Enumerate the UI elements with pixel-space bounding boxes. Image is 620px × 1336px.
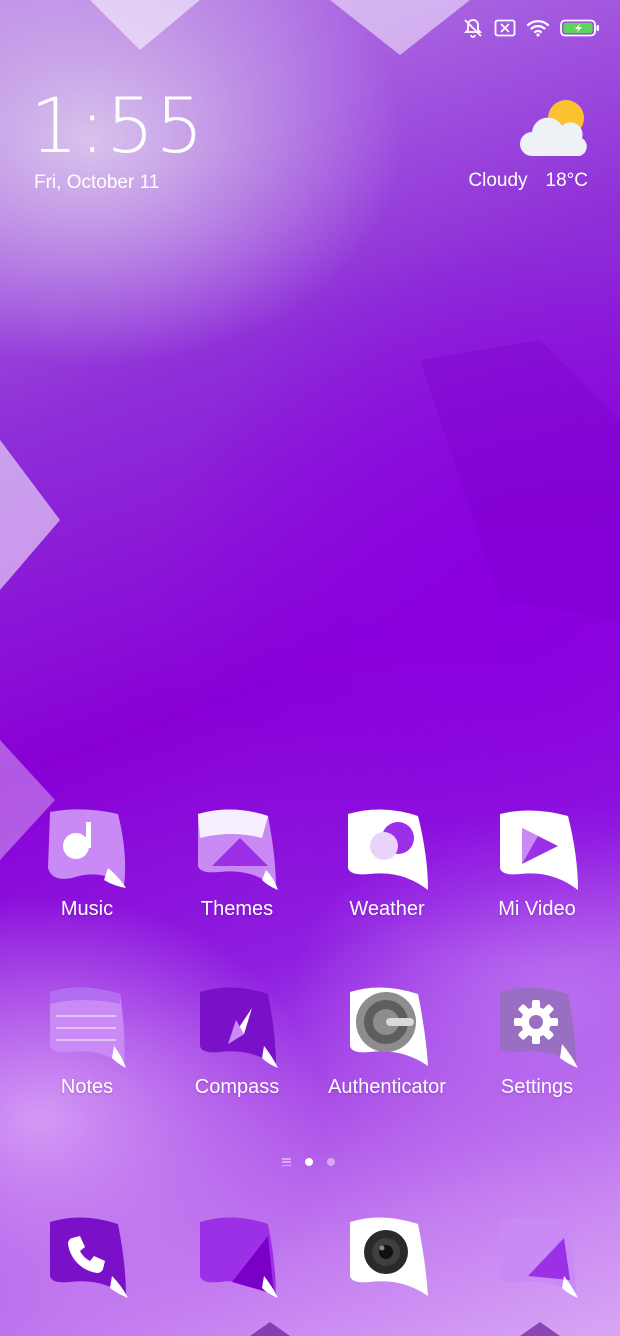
cloudy-weather-icon [520,100,587,156]
weather-condition: Cloudy [468,170,528,191]
date[interactable]: Fri, October 11 [34,172,159,194]
dock-camera[interactable] [312,1216,462,1298]
weather-widget[interactable]: Cloudy 18°C [450,98,590,198]
gallery-icon [500,1217,578,1298]
app-label: Notes [60,1076,114,1098]
app-list-indicator-icon [282,1158,291,1166]
app-weather[interactable]: Weather [312,808,462,921]
app-label: Weather [349,898,425,920]
app-notes[interactable]: Notes [12,986,162,1099]
authenticator-icon [350,987,428,1066]
camera-icon [350,1217,428,1296]
app-themes[interactable]: Themes [162,808,312,921]
page-dot [327,1158,335,1166]
app-authenticator[interactable]: Authenticator [312,986,462,1099]
dock-phone[interactable] [12,1216,162,1298]
app-label: Music [60,898,114,920]
app-music[interactable]: Music [12,808,162,921]
themes-icon [198,809,278,890]
dock-messaging[interactable] [162,1216,312,1298]
compass-icon [200,987,278,1068]
app-label: Authenticator [328,1076,446,1098]
gear-icon [500,987,578,1068]
music-icon [48,809,126,888]
app-label: Mi Video [498,898,576,920]
app-settings[interactable]: Settings [462,986,612,1099]
page-indicator[interactable] [282,1158,335,1166]
clock[interactable]: 1:55 [30,88,205,164]
weather-temperature: 18°C [545,170,588,191]
battery-charging-icon [560,19,599,37]
sim-error-icon [494,19,516,37]
wifi-icon [526,20,550,37]
notes-icon [50,987,126,1068]
play-icon [500,810,578,890]
weather-app-icon [348,809,428,890]
status-bar [462,14,600,42]
app-label: Settings [500,1076,574,1098]
app-label: Compass [194,1076,280,1098]
mute-bell-icon [463,19,483,38]
app-compass[interactable]: Compass [162,986,312,1099]
wallpaper [0,0,620,1336]
app-mi-video[interactable]: Mi Video [462,808,612,921]
page-dot-active [305,1158,313,1166]
dock-gallery[interactable] [462,1216,612,1298]
messaging-icon [200,1217,278,1298]
phone-icon [50,1217,128,1298]
app-label: Themes [200,898,274,920]
